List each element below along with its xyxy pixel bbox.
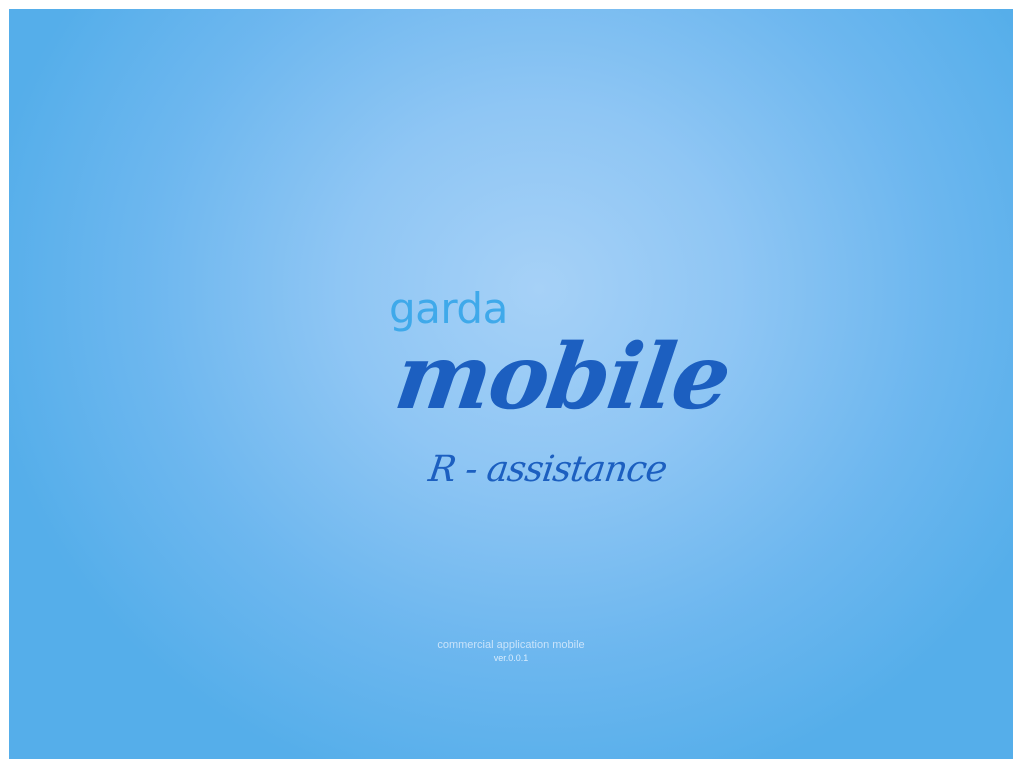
brand-sub-text: R - assistance [426,449,670,490]
app-version: ver.0.0.1 [493,653,529,663]
brand-main-text: mobile [389,324,736,430]
app-logo: garda mobile R - assistance [389,284,736,504]
splash-footer: commercial application mobile ver.0.0.1 [9,638,1013,664]
splash-screen: garda mobile R - assistance commercial a… [9,9,1013,759]
app-tagline: commercial application mobile [437,639,585,651]
